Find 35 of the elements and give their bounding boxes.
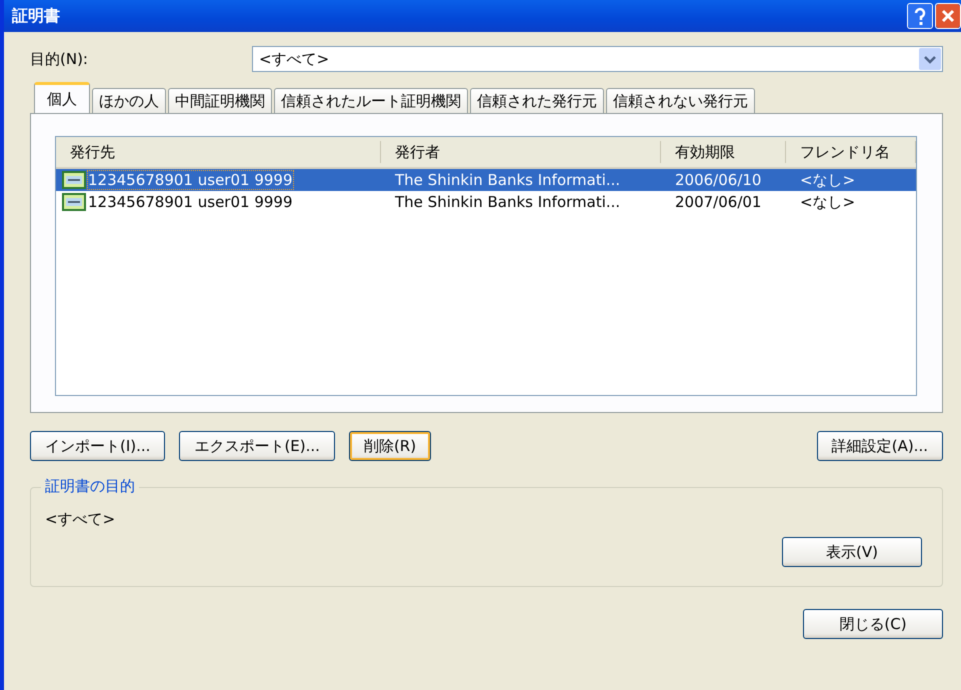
table-cell-text: 2007/06/01 bbox=[674, 193, 762, 211]
table-row[interactable]: 12345678901 user01 9999 The Shinkin Banks Informati... 2007/06/01 <なし> bbox=[56, 191, 916, 213]
tab[interactable]: ほかの人 bbox=[92, 88, 166, 113]
purpose-dropdown[interactable]: <すべて> bbox=[252, 46, 943, 72]
purpose-label: 目的(N): bbox=[30, 50, 89, 68]
view-button[interactable]: 表示(V) bbox=[782, 537, 922, 567]
column-header[interactable]: フレンドリ名 bbox=[786, 141, 916, 163]
action-button[interactable]: インポート(I)... bbox=[30, 431, 166, 461]
help-icon[interactable] bbox=[907, 3, 933, 29]
table-cell-text: The Shinkin Banks Informati... bbox=[394, 193, 622, 211]
tab[interactable]: 個人 bbox=[34, 82, 90, 113]
certificate-icon bbox=[62, 171, 86, 189]
tab[interactable]: 中間証明機関 bbox=[168, 88, 272, 113]
action-button[interactable]: エクスポート(E)... bbox=[179, 431, 335, 461]
group-legend: 証明書の目的 bbox=[41, 477, 139, 496]
table-cell-text: The Shinkin Banks Informati... bbox=[394, 171, 622, 189]
table-cell-text: <なし> bbox=[799, 192, 856, 212]
tab[interactable]: 信頼されたルート証明機関 bbox=[274, 88, 468, 113]
advanced-button[interactable]: 詳細設定(A)... bbox=[816, 431, 943, 461]
column-header[interactable]: 発行先 bbox=[56, 141, 381, 163]
window-title: 証明書 bbox=[12, 6, 60, 26]
tab[interactable]: 信頼された発行元 bbox=[470, 88, 604, 113]
column-header[interactable]: 有効期限 bbox=[661, 141, 786, 163]
table-cell-text: 2006/06/10 bbox=[674, 171, 762, 189]
action-button[interactable]: 削除(R) bbox=[348, 431, 432, 461]
table-cell-text: <なし> bbox=[799, 170, 856, 190]
table-cell: 12345678901 user01 9999 bbox=[88, 193, 292, 211]
column-header[interactable]: 発行者 bbox=[381, 141, 661, 163]
tab[interactable]: 信頼されない発行元 bbox=[606, 88, 755, 113]
purpose-text: <すべて> bbox=[45, 510, 116, 529]
certificate-icon bbox=[62, 193, 86, 211]
close-icon[interactable] bbox=[935, 3, 961, 29]
table-cell: 12345678901 user01 9999 bbox=[88, 171, 292, 189]
table-row[interactable]: 12345678901 user01 9999 The Shinkin Banks Informati... 2006/06/10 <なし> bbox=[56, 169, 916, 191]
close-button[interactable]: 閉じる(C) bbox=[803, 609, 943, 639]
